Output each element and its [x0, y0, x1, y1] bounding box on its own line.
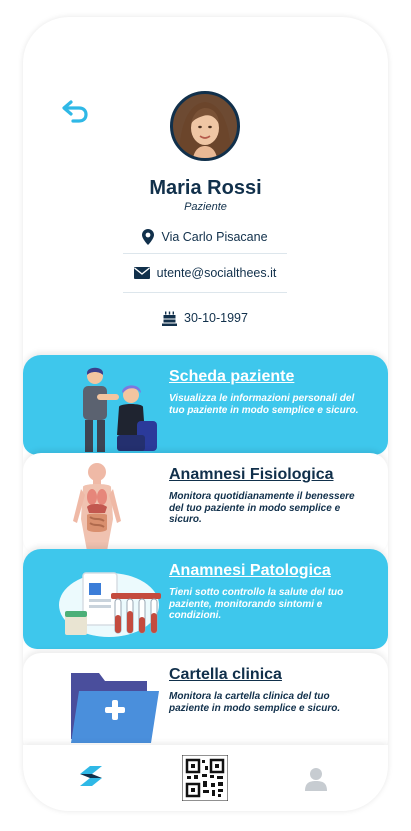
qr-code-icon: [181, 754, 229, 802]
address-row: Via Carlo Pisacane: [123, 222, 287, 252]
nav-qr-code[interactable]: [181, 754, 229, 806]
card-description: Tieni sotto controllo la salute del tuo …: [169, 587, 344, 621]
birth-date-text: 30-10-1997: [184, 311, 248, 325]
card-anamnesi-fisiologica[interactable]: Anamnesi Fisiologica Monitora quotidiana…: [23, 453, 388, 553]
card-title: Scheda paziente: [169, 368, 295, 385]
envelope-icon: [133, 267, 150, 279]
card-title: Anamnesi Fisiologica: [169, 466, 334, 483]
doctor-patient-illustration: [83, 367, 157, 452]
card-description: Monitora quotidianamente il benessere de…: [169, 491, 355, 525]
lab-tests-illustration: [59, 572, 161, 637]
patient-name: Maria Rossi: [149, 177, 262, 199]
human-anatomy-illustration: [73, 463, 121, 551]
card-title: Anamnesi Patologica: [169, 562, 331, 579]
card-scheda-paziente[interactable]: Scheda paziente Visualizza le informazio…: [23, 355, 388, 455]
divider: [123, 292, 287, 293]
user-icon: [305, 768, 327, 791]
bottom-nav: [23, 745, 388, 811]
location-pin-icon: [142, 229, 155, 245]
divider: [123, 253, 287, 254]
card-description: Monitora la cartella clinica del tuo paz…: [169, 691, 341, 714]
nav-profile[interactable]: [304, 767, 328, 796]
app-logo-icon: [80, 766, 102, 786]
email-text: utente@socialthees.it: [156, 266, 277, 280]
birthday-cake-icon: [162, 311, 178, 326]
address-text: Via Carlo Pisacane: [161, 230, 268, 244]
phone-screen: Maria Rossi Paziente Via Carlo Pisacane …: [23, 17, 388, 811]
back-button[interactable]: [61, 99, 91, 125]
email-row: utente@socialthees.it: [123, 258, 287, 288]
card-description: Visualizza le informazioni personali del…: [169, 393, 359, 416]
medical-folder-illustration: [71, 673, 159, 743]
avatar: [170, 91, 240, 161]
card-cartella-clinica[interactable]: Cartella clinica Monitora la cartella cl…: [23, 653, 388, 753]
card-anamnesi-patologica[interactable]: Anamnesi Patologica Tieni sotto controll…: [23, 549, 388, 649]
birth-date-row: 30-10-1997: [123, 303, 287, 333]
patient-role: Paziente: [184, 201, 227, 213]
card-title: Cartella clinica: [169, 666, 282, 683]
nav-home[interactable]: [78, 764, 104, 793]
back-arrow-icon: [62, 100, 88, 123]
